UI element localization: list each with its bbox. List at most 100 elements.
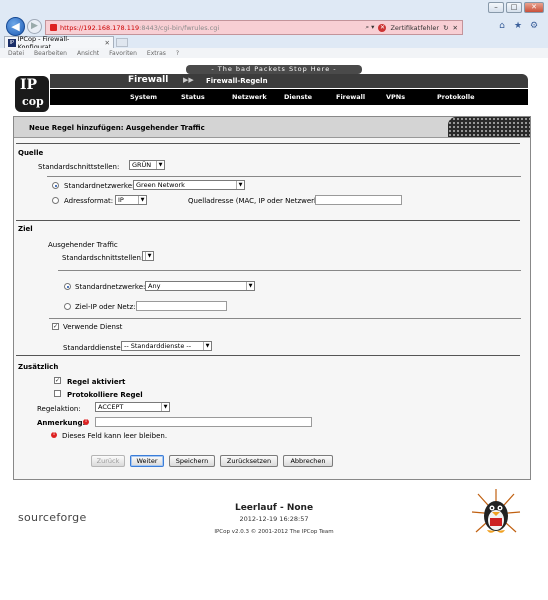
dest-ip-radio[interactable] [64, 303, 71, 310]
breadcrumb-arrow-icon: ▶▶ [183, 76, 194, 84]
copyright: IPCop v2.0.3 © 2001-2012 The IPCop Team [214, 529, 334, 535]
section-titlebar: Firewall ▶▶ Firewall-Regeln [50, 74, 528, 88]
chevron-down-icon: ▼ [161, 403, 169, 411]
remark-label: Anmerkung: [37, 419, 86, 427]
rule-action-label: Regelaktion: [37, 405, 81, 413]
chevron-down-icon: ▼ [156, 161, 164, 169]
certificate-error-label[interactable]: Zertifikatfehler [390, 24, 439, 32]
src-std-if-label: Standardschnittstellen: [38, 163, 120, 171]
src-addr-label: Adressformat: [64, 197, 114, 205]
menu-ansicht[interactable]: Ansicht [77, 50, 99, 57]
dest-std-net-label: Standardnetzwerke: [75, 283, 146, 291]
dest-std-if-label: Standardschnittstellen: [62, 254, 144, 262]
status-text: Leerlauf - None [234, 503, 314, 513]
tux-penguin-icon [471, 489, 521, 533]
rule-action-select[interactable]: ACCEPT ▼ [95, 402, 170, 412]
nav-vpns[interactable]: VPNs [386, 93, 405, 101]
chevron-down-icon: ▼ [246, 282, 254, 290]
box-title: Neue Regel hinzufügen: Ausgehender Traff… [29, 124, 205, 132]
dest-std-net-select[interactable]: Any ▼ [145, 281, 255, 291]
src-std-net-select[interactable]: Green Network ▼ [133, 180, 245, 190]
std-services-label: Standarddienste: [63, 344, 124, 352]
use-service-checkbox[interactable]: ✓ [52, 323, 59, 330]
new-tab-button[interactable] [116, 38, 128, 47]
dest-ip-input[interactable] [136, 301, 227, 311]
src-addr-radio[interactable] [52, 197, 59, 204]
divider [58, 270, 521, 271]
rule-active-checkbox[interactable]: ✓ [54, 377, 61, 384]
browser-tab[interactable]: IP IPCop - Firewall-Konfigurat... ✕ [4, 35, 114, 51]
std-services-select[interactable]: -- Standarddienste -- ▼ [121, 341, 212, 351]
timestamp: 2012-12-19 16:28:57 [239, 515, 309, 523]
required-note: Dieses Feld kann leer bleiben. [62, 432, 168, 440]
section-ziel-heading: Ziel [18, 225, 33, 233]
forward-arrow-icon[interactable]: ▶ [27, 19, 42, 34]
dest-ip-label: Ziel-IP oder Netz: [75, 303, 136, 311]
rule-active-label: Regel aktiviert [67, 378, 126, 386]
menu-bearbeiten[interactable]: Bearbeiten [34, 50, 67, 57]
back-button[interactable]: Zurück [91, 455, 125, 467]
stop-icon[interactable]: ✕ [453, 24, 458, 32]
divider [49, 318, 521, 319]
section-extra-heading: Zusätzlich [18, 363, 59, 371]
reset-button[interactable]: Zurücksetzen [220, 455, 278, 467]
nav-protokolle[interactable]: Protokolle [437, 93, 475, 101]
section-title: Firewall [128, 75, 169, 85]
slogan: - The bad Packets Stop Here - [186, 65, 362, 74]
dest-std-net-radio[interactable] [64, 283, 71, 290]
use-service-label: Verwende Dienst [63, 323, 123, 331]
src-std-if-select[interactable]: GRÜN ▼ [129, 160, 165, 170]
box-header: Neue Regel hinzufügen: Ausgehender Traff… [14, 117, 530, 138]
favorites-star-icon[interactable]: ★ [513, 21, 523, 31]
search-dropdown-icon[interactable]: ⌕ ▾ [365, 23, 374, 32]
log-rule-label: Protokolliere Regel [67, 391, 143, 399]
chevron-down-icon: ▼ [203, 342, 211, 350]
divider [47, 176, 521, 177]
nav-dienste[interactable]: Dienste [284, 93, 312, 101]
nav-system[interactable]: System [130, 93, 157, 101]
nav-firewall[interactable]: Firewall [336, 93, 365, 101]
menu-help[interactable]: ? [176, 50, 179, 57]
next-button[interactable]: Weiter [130, 455, 164, 467]
menu-extras[interactable]: Extras [147, 50, 166, 57]
remark-input[interactable] [95, 417, 312, 427]
src-address-label: Quelladresse (MAC, IP oder Netzwerk): [188, 197, 324, 205]
page-title: Firewall-Regeln [206, 77, 268, 85]
save-button[interactable]: Speichern [169, 455, 215, 467]
divider [16, 143, 520, 144]
nav-netzwerk[interactable]: Netzwerk [232, 93, 267, 101]
chevron-down-icon: ▼ [138, 196, 146, 204]
required-info-icon: ! [83, 419, 89, 425]
src-address-input[interactable] [315, 195, 402, 205]
minimize-button[interactable]: – [488, 2, 504, 13]
ipcop-favicon-icon: IP [8, 38, 16, 47]
src-addr-select[interactable]: IP ▼ [115, 195, 147, 205]
settings-gear-icon[interactable]: ⚙ [529, 21, 539, 31]
menu-favoriten[interactable]: Favoriten [109, 50, 137, 57]
page-icon [50, 24, 57, 31]
menu-bar: Datei Bearbeiten Ansicht Favoriten Extra… [0, 48, 548, 58]
ipcop-header: - The bad Packets Stop Here - IP cop Fir… [0, 62, 548, 114]
tab-close-icon[interactable]: ✕ [105, 39, 110, 47]
window-controls: – □ ✕ [488, 2, 544, 13]
certificate-error-icon[interactable]: ✕ [378, 23, 387, 32]
log-rule-checkbox[interactable] [54, 390, 61, 397]
decorative-dots [448, 117, 530, 137]
cancel-button[interactable]: Abbrechen [283, 455, 333, 467]
close-window-button[interactable]: ✕ [524, 2, 544, 13]
back-arrow-icon[interactable]: ◀ [6, 17, 25, 36]
address-bar[interactable]: https://192.168.178.119:8443/cgi-bin/fwr… [45, 20, 463, 35]
maximize-button[interactable]: □ [506, 2, 522, 13]
menu-datei[interactable]: Datei [8, 50, 24, 57]
nav-status[interactable]: Status [181, 93, 205, 101]
url-path: :8443/cgi-bin/fwrules.cgi [139, 23, 220, 32]
tab-bar: IP IPCop - Firewall-Konfigurat... ✕ [0, 35, 548, 51]
dest-std-if-select[interactable]: ▼ [142, 251, 154, 261]
url-host: https://192.168.178.119 [60, 23, 140, 32]
refresh-icon[interactable]: ↻ [443, 24, 448, 32]
section-quelle-heading: Quelle [18, 149, 44, 157]
src-std-net-label: Standardnetzwerke: [64, 182, 135, 190]
src-std-net-radio[interactable] [52, 182, 59, 189]
home-icon[interactable]: ⌂ [497, 21, 507, 31]
new-rule-box: Neue Regel hinzufügen: Ausgehender Traff… [13, 116, 531, 480]
